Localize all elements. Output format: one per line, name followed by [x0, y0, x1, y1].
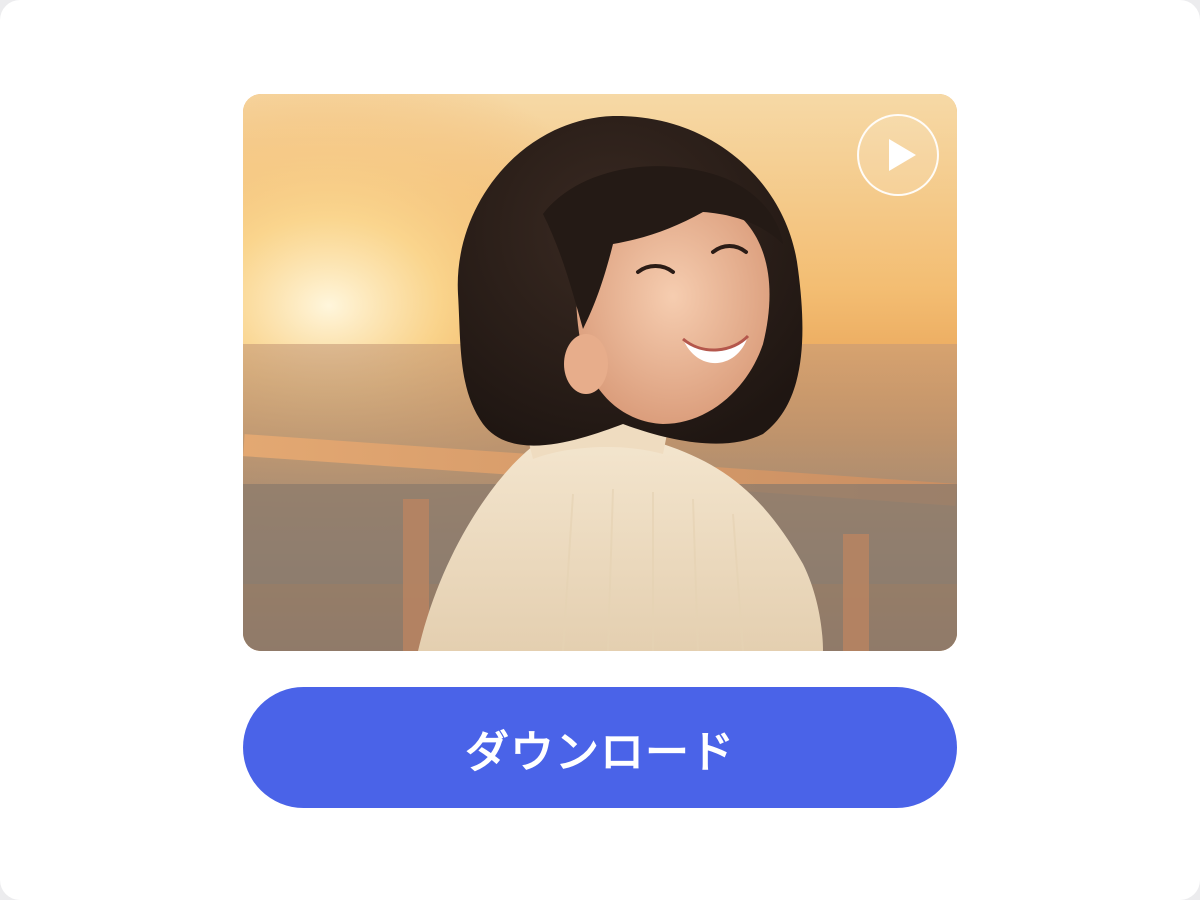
video-thumbnail[interactable]	[243, 94, 957, 651]
download-button[interactable]: ダウンロード	[243, 687, 957, 808]
play-button[interactable]	[857, 114, 939, 196]
portrait-photo	[243, 94, 957, 651]
preview-card: ダウンロード	[0, 0, 1200, 900]
play-icon	[889, 139, 916, 171]
